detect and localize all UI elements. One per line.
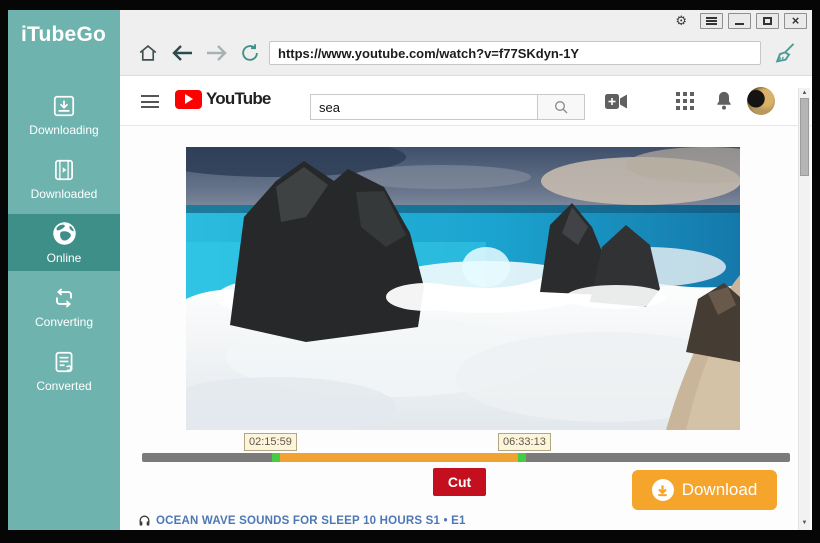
timeline-bar[interactable] (142, 453, 790, 462)
youtube-header: YouTube (120, 76, 812, 126)
itubego-window: iTubeGo Downloading (8, 10, 812, 530)
close-icon: × (792, 14, 800, 27)
timeline-start-handle[interactable] (272, 453, 280, 462)
sync-arrows-icon (51, 285, 77, 315)
download-button-label: Download (682, 480, 758, 500)
document-lines-icon (51, 349, 77, 379)
video-player[interactable] (186, 147, 740, 430)
download-button[interactable]: Download (632, 470, 777, 510)
sidebar: iTubeGo Downloading (8, 10, 120, 530)
sidebar-item-label: Downloading (29, 123, 98, 137)
sidebar-item-converted[interactable]: Converted (8, 342, 120, 399)
film-strip-icon (51, 157, 77, 187)
sidebar-item-label: Converted (36, 379, 91, 393)
sidebar-item-label: Downloaded (31, 187, 98, 201)
search-input[interactable] (310, 94, 537, 120)
page-scrollbar[interactable]: ▲ ▼ (798, 88, 810, 530)
headphones-icon (138, 514, 151, 527)
download-tray-icon (51, 93, 77, 123)
timeline-end-handle[interactable] (518, 453, 526, 462)
sidebar-item-converting[interactable]: Converting (8, 278, 120, 335)
minimize-icon (735, 23, 744, 25)
ocean-beach-video-frame (186, 147, 740, 430)
cut-button[interactable]: Cut (433, 468, 486, 496)
timeline-selected-range (280, 453, 518, 462)
browser-toolbar (120, 31, 812, 76)
apps-grid-icon[interactable] (676, 92, 694, 115)
maximize-button[interactable] (756, 13, 779, 29)
scrollbar-thumb[interactable] (800, 98, 809, 176)
sidebar-item-downloading[interactable]: Downloading (8, 86, 120, 143)
url-input[interactable] (269, 41, 761, 65)
maximize-icon (763, 17, 772, 25)
forward-arrow-icon[interactable] (204, 42, 230, 64)
menu-icon (706, 17, 717, 25)
search-button[interactable] (537, 94, 585, 120)
app-frame: iTubeGo Downloading (0, 0, 820, 543)
clip-start-timestamp: 02:15:59 (244, 433, 297, 451)
clean-broom-icon[interactable] (771, 40, 798, 67)
sidebar-nav: Downloading Downloaded (8, 86, 120, 406)
app-logo: iTubeGo (8, 10, 120, 47)
close-button[interactable]: × (784, 13, 807, 29)
hamburger-menu-icon[interactable] (141, 95, 159, 108)
download-circle-icon (652, 479, 674, 501)
sidebar-item-online[interactable]: Online (8, 214, 120, 271)
refresh-icon[interactable] (239, 42, 261, 64)
clip-end-timestamp: 06:33:13 (498, 433, 551, 451)
sidebar-item-label: Converting (35, 315, 93, 329)
youtube-play-badge-icon (175, 90, 202, 109)
notifications-bell-icon[interactable] (714, 90, 734, 117)
gear-icon[interactable]: ⚙ (675, 14, 687, 27)
webview: YouTube (120, 76, 812, 530)
back-arrow-icon[interactable] (169, 42, 195, 64)
video-title-text: OCEAN WAVE SOUNDS FOR SLEEP 10 HOURS S1 … (156, 515, 466, 527)
home-icon[interactable] (137, 42, 159, 64)
menu-button[interactable] (700, 13, 723, 29)
globe-icon (51, 220, 78, 251)
create-video-icon[interactable] (605, 93, 628, 115)
sidebar-item-downloaded[interactable]: Downloaded (8, 150, 120, 207)
avatar[interactable] (747, 87, 775, 115)
youtube-logo[interactable]: YouTube (175, 89, 271, 109)
video-title-link[interactable]: OCEAN WAVE SOUNDS FOR SLEEP 10 HOURS S1 … (138, 514, 466, 527)
youtube-wordmark: YouTube (206, 89, 271, 109)
minimize-button[interactable] (728, 13, 751, 29)
scroll-down-icon[interactable]: ▼ (799, 518, 810, 528)
titlebar: ⚙ × (120, 10, 812, 31)
scroll-up-icon[interactable]: ▲ (799, 88, 810, 98)
sidebar-item-label: Online (47, 251, 82, 265)
search-icon (553, 99, 569, 115)
main-area: ⚙ × (120, 10, 812, 530)
